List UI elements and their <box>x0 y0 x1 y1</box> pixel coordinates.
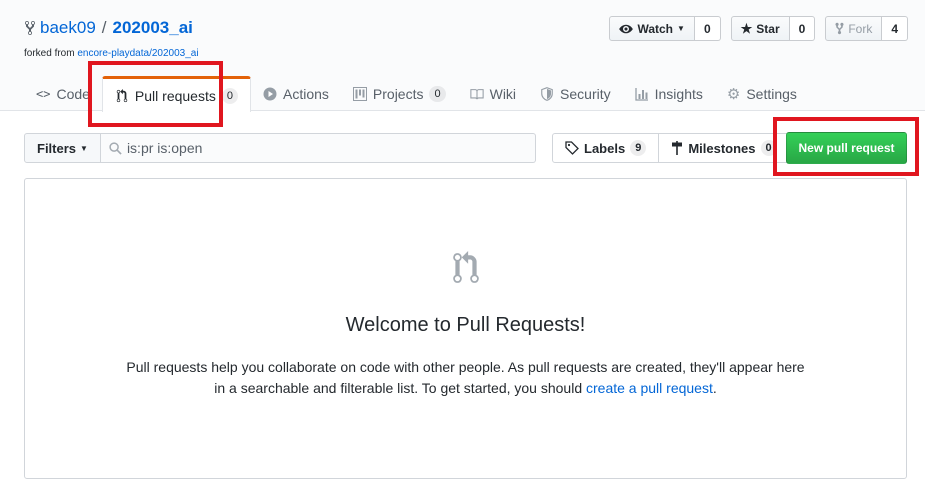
milestones-label: Milestones <box>688 140 756 156</box>
watch-group: Watch ▼ 0 <box>609 16 721 41</box>
search-icon <box>109 142 122 155</box>
forked-from-link[interactable]: encore-playdata/202003_ai <box>77 48 198 59</box>
watch-count[interactable]: 0 <box>694 16 721 41</box>
fork-label: Fork <box>848 21 873 36</box>
star-button[interactable]: ★ Star <box>730 16 790 41</box>
eye-icon <box>619 24 634 33</box>
git-pull-request-icon <box>453 251 479 283</box>
milestones-link[interactable]: Milestones 0 <box>659 133 790 163</box>
star-label: Star <box>756 21 780 36</box>
search-box <box>100 133 536 163</box>
watch-label: Watch <box>637 21 674 36</box>
repo-name-link[interactable]: 202003_ai <box>113 18 193 38</box>
tag-icon <box>565 141 579 155</box>
create-pull-request-link[interactable]: create a pull request <box>586 380 713 396</box>
filters-label: Filters <box>37 140 77 156</box>
tab-actions[interactable]: Actions <box>251 76 341 111</box>
tab-settings-label: Settings <box>746 85 797 102</box>
star-icon: ★ <box>740 20 753 36</box>
labels-milestones-group: Labels 9 Milestones 0 <box>552 133 790 163</box>
annotation-box-new-pr-button <box>773 117 919 176</box>
play-icon <box>263 87 277 100</box>
fork-group: Fork 4 <box>825 16 908 41</box>
filter-bar: Filters ▼ <box>24 133 536 163</box>
tab-wiki-label: Wiki <box>489 85 517 102</box>
search-input[interactable] <box>100 134 535 162</box>
code-icon: <> <box>36 86 51 101</box>
forked-from-note: forked from encore-playdata/202003_ai <box>24 48 199 59</box>
forked-from-prefix: forked from <box>24 48 75 59</box>
labels-label: Labels <box>584 140 626 156</box>
tab-actions-label: Actions <box>282 85 329 102</box>
repo-title: baek09 / 202003_ai <box>24 18 193 38</box>
gear-icon: ⚙ <box>726 85 741 103</box>
blankslate-title: Welcome to Pull Requests! <box>345 314 586 336</box>
tab-insights[interactable]: Insights <box>623 76 715 111</box>
project-icon <box>352 86 367 101</box>
tab-settings[interactable]: ⚙ Settings <box>715 76 809 111</box>
pull-requests-counter: 0 <box>221 87 238 104</box>
repo-forked-icon <box>835 22 844 35</box>
tab-insights-label: Insights <box>654 85 703 102</box>
tab-security[interactable]: Security <box>528 76 623 111</box>
star-group: ★ Star 0 <box>730 16 816 41</box>
watch-button[interactable]: Watch ▼ <box>609 16 695 41</box>
tab-projects[interactable]: Projects 0 <box>341 76 458 111</box>
annotation-box-pull-requests-tab <box>88 61 223 127</box>
tab-code-label: Code <box>56 85 90 102</box>
shield-icon <box>541 86 553 101</box>
repo-separator: / <box>101 18 107 37</box>
labels-link[interactable]: Labels 9 <box>552 133 660 163</box>
projects-counter: 0 <box>429 85 446 102</box>
repo-actions: Watch ▼ 0 ★ Star 0 Fork 4 <box>609 16 908 41</box>
blankslate-text: Pull requests help you collaborate on co… <box>125 357 806 399</box>
star-count[interactable]: 0 <box>789 16 816 41</box>
caret-down-icon: ▼ <box>677 24 685 33</box>
milestone-icon <box>672 141 683 155</box>
book-icon <box>469 88 484 99</box>
graph-icon <box>634 87 648 101</box>
tab-projects-label: Projects <box>372 85 424 102</box>
filters-button[interactable]: Filters ▼ <box>24 133 101 163</box>
tab-security-label: Security <box>560 85 611 102</box>
fork-button[interactable]: Fork <box>825 16 883 41</box>
repo-forked-icon <box>25 20 35 36</box>
labels-counter: 9 <box>630 140 647 156</box>
caret-down-icon: ▼ <box>80 143 88 153</box>
tab-wiki[interactable]: Wiki <box>458 76 528 111</box>
repo-owner-link[interactable]: baek09 <box>40 18 96 38</box>
blankslate: Welcome to Pull Requests! Pull requests … <box>24 178 907 479</box>
fork-count[interactable]: 4 <box>882 16 908 41</box>
blankslate-end: . <box>712 380 717 396</box>
